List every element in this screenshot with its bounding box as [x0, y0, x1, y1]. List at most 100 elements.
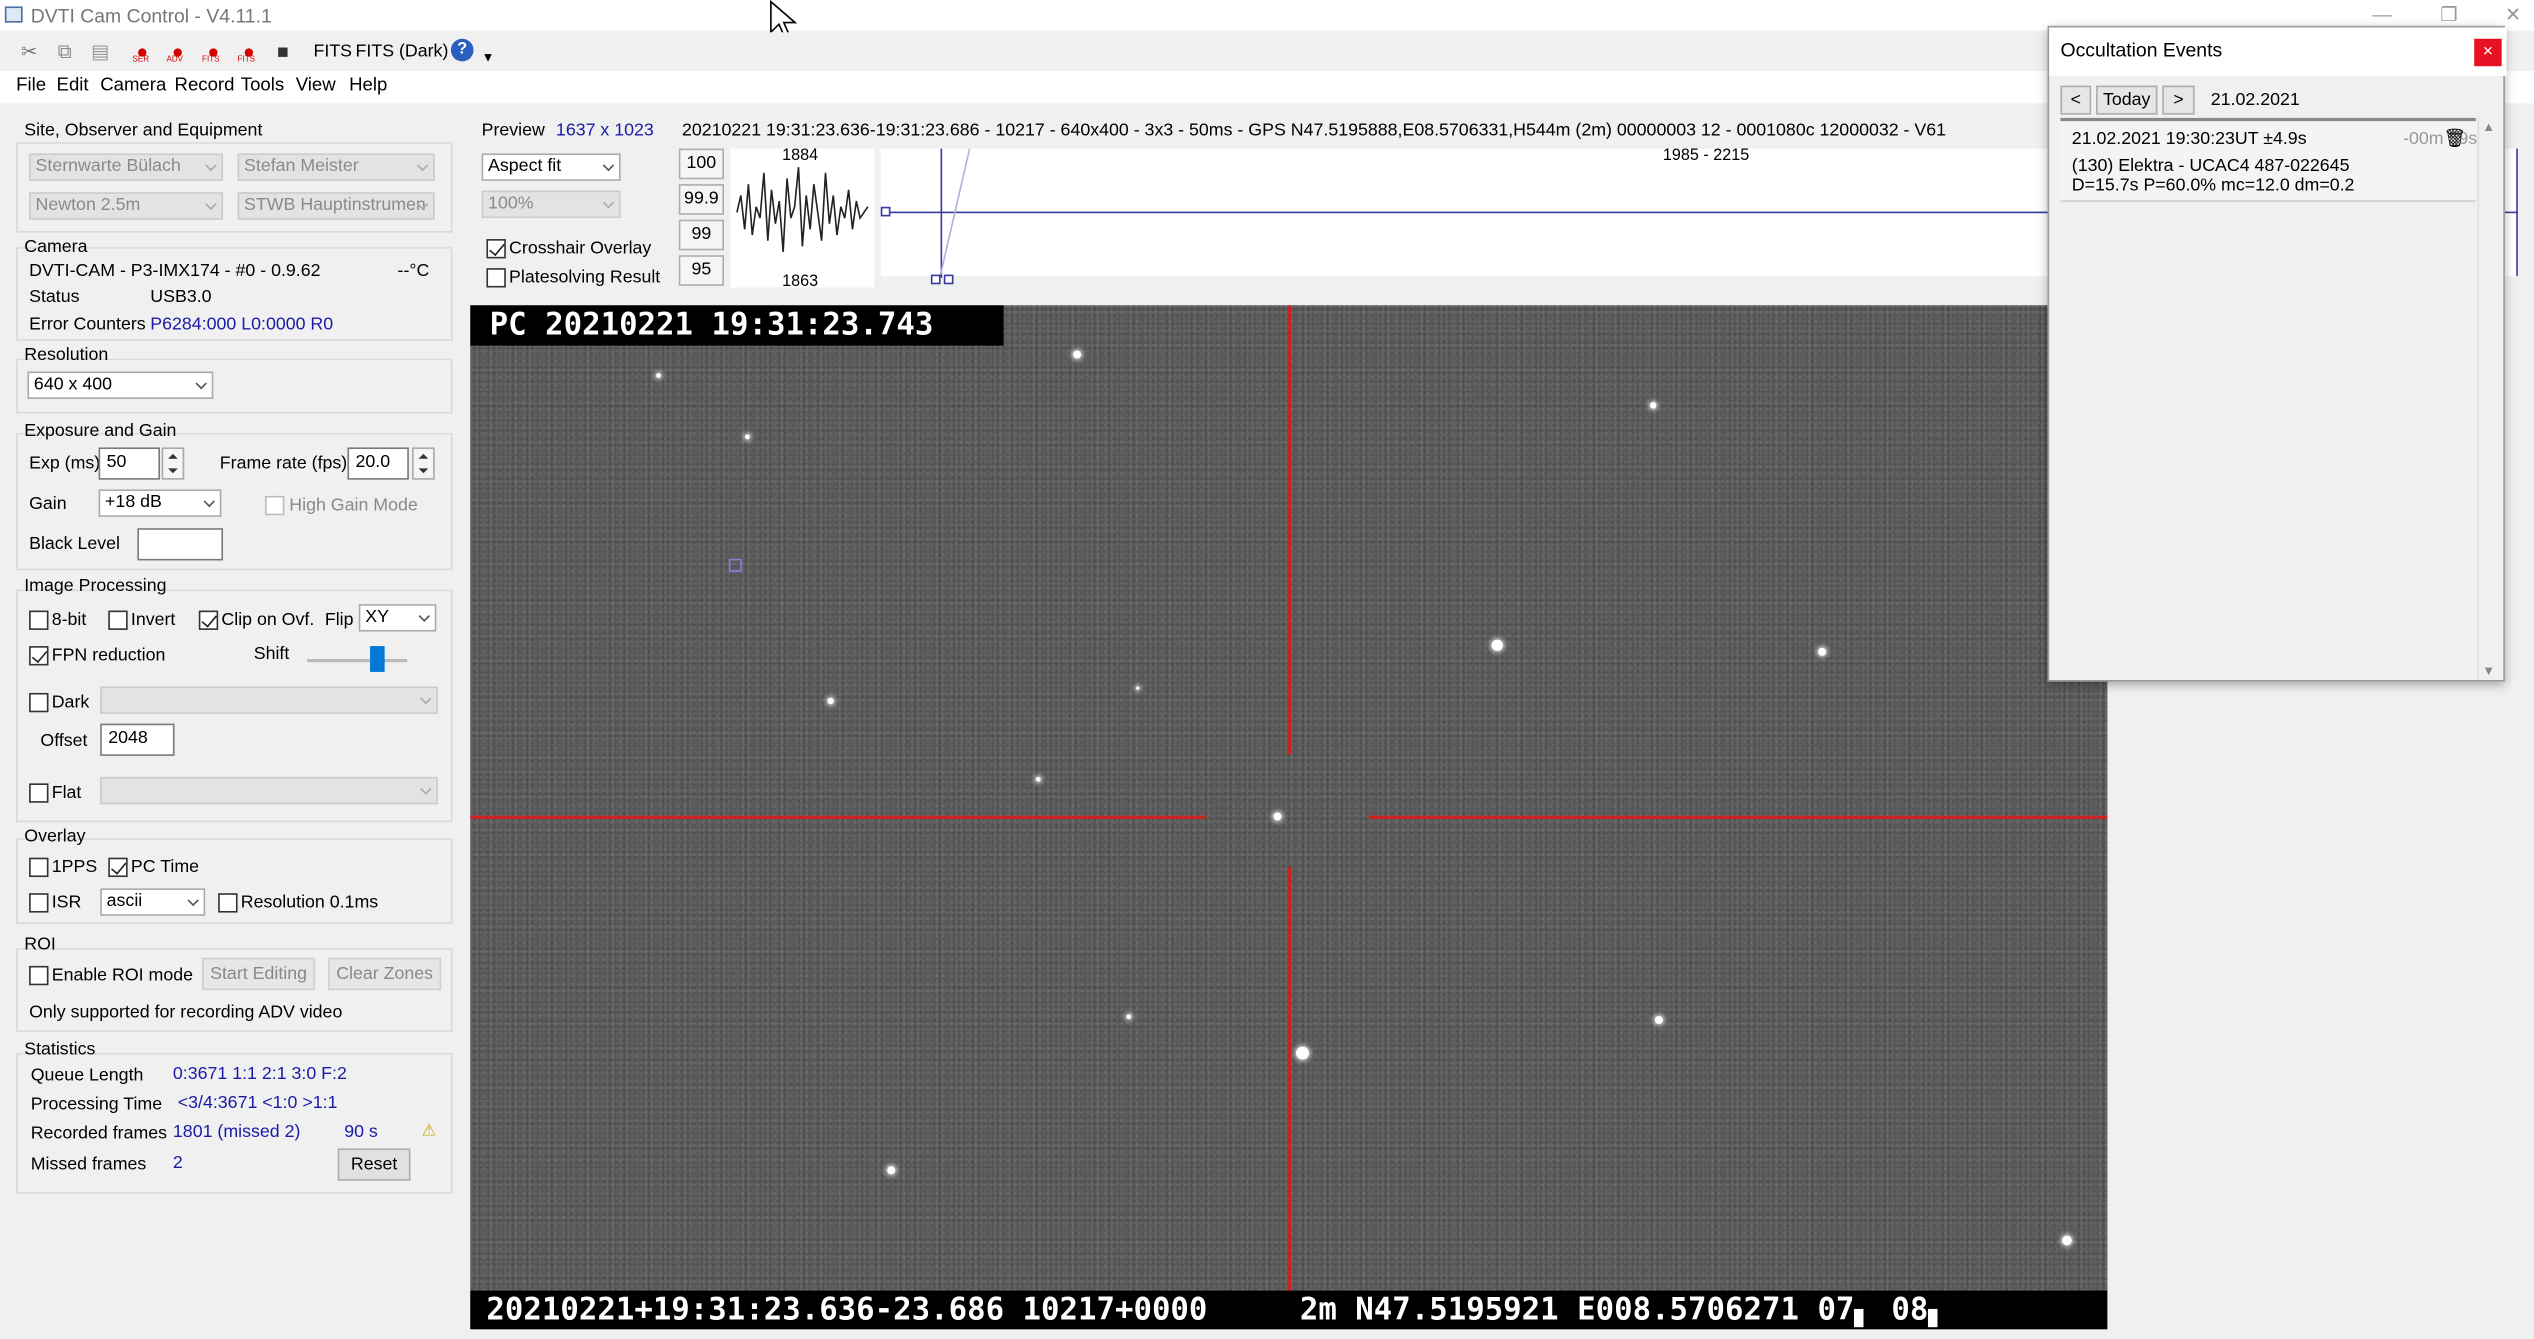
1pps-checkbox[interactable]: [29, 857, 49, 878]
clip-label: Clip on Ovf.: [221, 610, 315, 630]
flat-select[interactable]: [100, 776, 438, 805]
star: [745, 434, 750, 440]
star: [1126, 1014, 1132, 1020]
isr-mode-select[interactable]: ascii: [100, 888, 206, 916]
framerate-label: Frame rate (fps): [219, 453, 348, 474]
preview-size: 1637 x 1023: [555, 121, 654, 141]
gain-select[interactable]: +18 dB: [98, 489, 222, 517]
pc-time-checkbox[interactable]: [108, 857, 128, 878]
framerate-spinner[interactable]: [412, 447, 435, 480]
fpn-checkbox[interactable]: [29, 646, 49, 666]
level-95-button[interactable]: 95: [678, 255, 724, 286]
star: [1296, 1046, 1310, 1060]
observer-value: Stefan Meister: [244, 156, 359, 177]
menu-help[interactable]: Help: [349, 76, 387, 95]
copy-icon[interactable]: ⧉: [52, 39, 78, 65]
instrument-select[interactable]: STWB Hauptinstrumen: [237, 192, 435, 220]
chevron-down-icon[interactable]: ▼: [482, 50, 495, 65]
star: [887, 1166, 896, 1175]
reset-button[interactable]: Reset: [337, 1148, 411, 1181]
flip-select[interactable]: XY: [358, 604, 437, 632]
invert-checkbox[interactable]: [108, 610, 128, 630]
gain-value: +18 dB: [105, 492, 162, 513]
occultation-scrollbar[interactable]: [2477, 117, 2500, 680]
fit-select[interactable]: Aspect fit: [481, 153, 621, 181]
high-gain-checkbox[interactable]: [265, 495, 285, 516]
clear-zones-button[interactable]: Clear Zones: [328, 957, 442, 991]
roi-note: Only supported for recording ADV video: [29, 1003, 343, 1023]
histogram-min: 1863: [782, 272, 819, 291]
minimize-icon[interactable]: —: [2372, 3, 2391, 26]
histogram-max: 1884: [782, 146, 819, 165]
histogram-handle-left[interactable]: [880, 206, 891, 217]
scroll-down-icon[interactable]: ▼: [2482, 664, 2495, 679]
recorded-frames-value: 1801 (missed 2): [172, 1122, 301, 1142]
statistics-title: Statistics: [24, 1040, 96, 1060]
observer-select[interactable]: Stefan Meister: [237, 153, 435, 181]
flat-checkbox[interactable]: [29, 783, 49, 803]
menu-tools[interactable]: Tools: [241, 76, 284, 95]
missed-frames-value: 2: [172, 1153, 183, 1173]
next-day-button[interactable]: >: [2162, 85, 2195, 115]
level-99-button[interactable]: 99: [678, 219, 724, 251]
paste-icon[interactable]: ▤: [87, 39, 113, 65]
record-fits-dark-label: FITS: [237, 54, 256, 65]
resolution-select[interactable]: 640 x 400: [27, 371, 214, 399]
resolution-01ms-checkbox[interactable]: [218, 893, 238, 913]
crosshair-vertical-bottom: [1288, 867, 1292, 1304]
cut-icon[interactable]: ✂: [16, 39, 42, 65]
resolution-value: 640 x 400: [33, 374, 113, 395]
shift-label: Shift: [253, 644, 290, 664]
occultation-close-button[interactable]: ×: [2474, 38, 2502, 67]
event-time: 21.02.2021 19:30:23UT ±4.9s: [2071, 129, 2307, 149]
8bit-checkbox[interactable]: [29, 610, 49, 630]
video-preview[interactable]: PC 20210221 19:31:23.743 20210221+19:31:…: [470, 305, 2108, 1330]
crosshair-horizontal-left: [470, 815, 1206, 819]
roi-group-title: ROI: [24, 935, 56, 955]
shift-slider-track[interactable]: [307, 659, 408, 663]
menu-file[interactable]: File: [16, 76, 46, 95]
camera-temperature: --°C: [397, 261, 430, 282]
start-editing-button[interactable]: Start Editing: [202, 957, 316, 991]
exposure-input[interactable]: 50: [98, 447, 160, 480]
observatory-select[interactable]: Sternwarte Bülach: [29, 153, 224, 181]
dark-checkbox[interactable]: [29, 692, 49, 713]
delete-icon[interactable]: 🗑: [2443, 128, 2466, 148]
close-window-icon[interactable]: ✕: [2505, 3, 2521, 26]
star: [1818, 647, 1827, 656]
restore-icon[interactable]: ❐: [2440, 3, 2457, 26]
framerate-input[interactable]: 20.0: [347, 447, 409, 480]
offset-input[interactable]: 2048: [100, 723, 175, 756]
isr-label: ISR: [51, 893, 82, 913]
shift-slider-thumb[interactable]: [370, 646, 385, 672]
clip-checkbox[interactable]: [198, 610, 219, 630]
level-99-9-button[interactable]: 99.9: [678, 184, 724, 215]
dark-select[interactable]: [100, 686, 438, 714]
today-button[interactable]: Today: [2096, 85, 2158, 115]
star: [1035, 776, 1041, 782]
fits-dark-button[interactable]: FITS (Dark): [356, 42, 449, 61]
pc-time-label: PC Time: [130, 857, 200, 878]
fits-button[interactable]: FITS: [314, 42, 353, 61]
zoom-select[interactable]: 100%: [481, 190, 621, 219]
menu-view[interactable]: View: [296, 76, 336, 95]
menu-record[interactable]: Record: [175, 76, 235, 95]
previous-day-button[interactable]: <: [2060, 85, 2092, 115]
roi-checkbox[interactable]: [29, 965, 49, 986]
site-group-title: Site, Observer and Equipment: [24, 121, 263, 141]
help-icon[interactable]: ?: [450, 38, 474, 62]
status-value: USB3.0: [150, 287, 212, 307]
stop-icon[interactable]: ■: [270, 39, 296, 65]
menu-camera[interactable]: Camera: [100, 76, 166, 95]
menu-edit[interactable]: Edit: [57, 76, 89, 95]
crosshair-checkbox[interactable]: [486, 239, 506, 259]
isr-checkbox[interactable]: [29, 893, 49, 913]
level-100-button[interactable]: 100: [678, 148, 724, 180]
black-level-input[interactable]: [137, 528, 224, 561]
flip-value: XY: [365, 607, 389, 627]
exposure-spinner[interactable]: [161, 447, 185, 480]
telescope-select[interactable]: Newton 2.5m: [29, 192, 224, 220]
osd-pc-time: PC 20210221 19:31:23.743: [470, 305, 1004, 346]
platesolve-checkbox[interactable]: [486, 268, 506, 288]
scroll-up-icon[interactable]: ▲: [2482, 120, 2495, 135]
